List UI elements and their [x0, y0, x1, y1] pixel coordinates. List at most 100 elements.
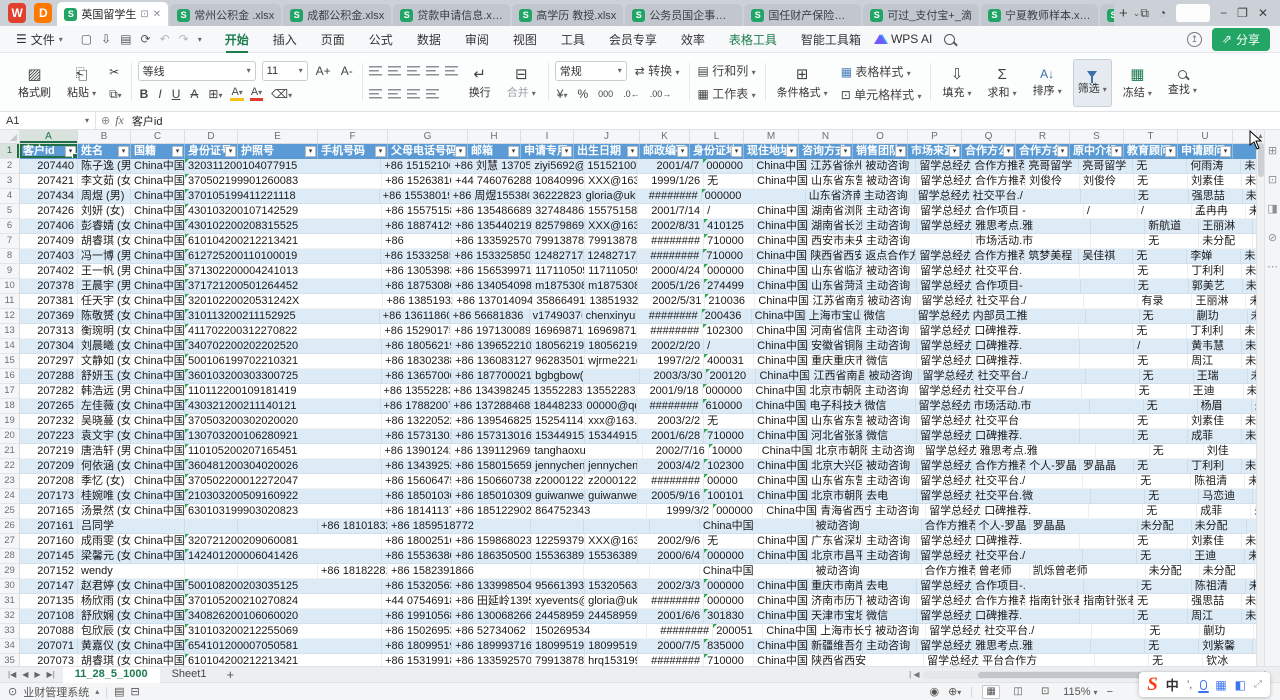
- outline-icon[interactable]: ⊟: [131, 685, 140, 698]
- cell-T7[interactable]: 未分配: [1199, 234, 1253, 249]
- cell-P2[interactable]: 合作方推荐: [971, 159, 1025, 174]
- cell-F23[interactable]: +86 15606475: [382, 474, 452, 489]
- cell-N30[interactable]: 去电: [863, 579, 917, 594]
- cell-A23[interactable]: 207208: [20, 474, 78, 489]
- cell-U10[interactable]: 未分配: [1243, 279, 1256, 294]
- cell-O23[interactable]: 留学总经办: [917, 474, 972, 489]
- cell-K28[interactable]: 000000: [704, 549, 754, 564]
- cell-U4[interactable]: 未分配: [1243, 189, 1256, 204]
- cell-D12[interactable]: 310113200211152925: [185, 309, 300, 324]
- cell-E17[interactable]: [301, 384, 381, 399]
- cell-U3[interactable]: 未分配: [1242, 174, 1256, 189]
- format-painter-button[interactable]: ▨ 格式刷: [13, 59, 56, 107]
- cell-T11[interactable]: 王丽淋: [1192, 294, 1246, 309]
- cell-B11[interactable]: 任天宇 (女: [78, 294, 131, 309]
- cell-Q35[interactable]: [1041, 654, 1095, 666]
- cell-B21[interactable]: 唐浩轩 (男: [78, 444, 131, 459]
- cell-H34[interactable]: 180995191: [532, 639, 585, 654]
- cell-M9[interactable]: 山东省临沂: [808, 264, 863, 279]
- cell-O19[interactable]: 留学总经办: [917, 414, 972, 429]
- cell-G15[interactable]: +86 1360831276: [452, 354, 532, 369]
- convert-button[interactable]: ⇄ 转换 ▾: [633, 62, 682, 79]
- cell-M12[interactable]: 上海市宝山: [806, 309, 861, 324]
- cell-Q19[interactable]: [1026, 414, 1080, 429]
- cell-O2[interactable]: 留学总经办: [916, 159, 971, 174]
- cell-A1[interactable]: 客户id▾: [20, 144, 78, 159]
- cell-C3[interactable]: China中国: [131, 174, 185, 189]
- print-icon[interactable]: ▤: [120, 32, 131, 46]
- cell-T34[interactable]: 刘紫馨: [1199, 639, 1253, 654]
- cell-L32[interactable]: China中国: [754, 609, 808, 624]
- cell-J21[interactable]: 2002/7/16: [643, 444, 709, 459]
- cell-D28[interactable]: 142401200006041426: [185, 549, 302, 564]
- cell-F35[interactable]: +86 15319918: [382, 654, 452, 666]
- cell-N29[interactable]: 被动咨询: [813, 564, 867, 579]
- cell-I17[interactable]: 135522836: [584, 384, 637, 399]
- cell-P19[interactable]: 社交平台: [972, 414, 1026, 429]
- row-number[interactable]: 1: [0, 144, 20, 159]
- cell-B15[interactable]: 文静如 (女: [78, 354, 131, 369]
- cell-U11[interactable]: 未分配: [1246, 294, 1256, 309]
- cell-P3[interactable]: 合作方推荐: [972, 174, 1026, 189]
- cell-B18[interactable]: 左佳薇 (女: [78, 399, 131, 414]
- cell-Q25[interactable]: [1035, 504, 1089, 519]
- fill-button[interactable]: ⇩ 填充 ▾: [937, 59, 976, 107]
- filter-dropdown-icon[interactable]: ▾: [225, 146, 236, 157]
- cell-C22[interactable]: China中国: [131, 459, 185, 474]
- sum-button[interactable]: Σ 求和 ▾: [983, 59, 1022, 107]
- row-number[interactable]: 23: [0, 474, 20, 489]
- row-number[interactable]: 13: [0, 324, 20, 339]
- cell-L25[interactable]: China中国: [763, 504, 817, 519]
- cell-A15[interactable]: 207297: [20, 354, 78, 369]
- cell-T19[interactable]: 刘素佳: [1188, 414, 1242, 429]
- cell-U9[interactable]: 未分配: [1242, 264, 1256, 279]
- row-number[interactable]: 17: [0, 384, 20, 399]
- cell-C4[interactable]: China中国: [131, 189, 185, 204]
- cell-R29[interactable]: 凯烁曾老师: [1030, 564, 1092, 579]
- cell-M34[interactable]: 新疆维吾尔: [808, 639, 863, 654]
- cell-T15[interactable]: 周江: [1188, 354, 1242, 369]
- cell-T18[interactable]: 杨眉: [1198, 399, 1252, 414]
- cell-G29[interactable]: +86 1582391866: [388, 564, 478, 579]
- cell-B6[interactable]: 彭睿婧 (女: [78, 219, 131, 234]
- cell-D30[interactable]: 500108200203035125: [185, 579, 302, 594]
- select-all-corner[interactable]: [0, 130, 20, 143]
- conditional-format-button[interactable]: ⊞ 条件格式 ▾: [772, 59, 833, 107]
- cell-L1[interactable]: 身份证地▾: [690, 144, 744, 159]
- cell-S27[interactable]: 无: [1134, 534, 1188, 549]
- cell-A6[interactable]: 207406: [20, 219, 78, 234]
- column-header-G[interactable]: G: [388, 130, 468, 143]
- align-middle-button[interactable]: [388, 66, 401, 76]
- filter-dropdown-icon[interactable]: ▾: [786, 146, 797, 157]
- cell-D9[interactable]: 371302200004241013: [185, 264, 302, 279]
- ime-expand-icon[interactable]: ⤢: [1254, 679, 1262, 690]
- cell-C31[interactable]: China中国: [131, 594, 185, 609]
- cell-F15[interactable]: +86 18302388: [382, 354, 452, 369]
- cell-U24[interactable]: 未分配: [1253, 489, 1256, 504]
- cell-M27[interactable]: 广东省深圳: [808, 534, 863, 549]
- strikethrough-button[interactable]: A: [188, 87, 200, 101]
- cell-I18[interactable]: 00000@qq: [584, 399, 637, 414]
- cell-I25[interactable]: [594, 504, 647, 519]
- cell-H9[interactable]: 117110505: [532, 264, 585, 279]
- column-header-M[interactable]: M: [744, 130, 799, 143]
- filter-dropdown-icon[interactable]: ▾: [1220, 146, 1231, 157]
- cell-T5[interactable]: 孟冉冉: [1192, 204, 1246, 219]
- cell-Q24[interactable]: [1037, 489, 1091, 504]
- cell-G13[interactable]: +86 1971300890: [451, 324, 531, 339]
- vertical-scrollbar[interactable]: ▲: [1256, 130, 1264, 666]
- cell-I23[interactable]: z20001227: [585, 474, 638, 489]
- cell-F13[interactable]: +86 15290175: [381, 324, 451, 339]
- cell-S25[interactable]: 无: [1143, 504, 1197, 519]
- column-header-R[interactable]: R: [1016, 130, 1070, 143]
- worksheet-button[interactable]: ▦ 工作表 ▾: [696, 85, 758, 102]
- cell-D24[interactable]: 210303200509160922: [185, 489, 302, 504]
- cell-P15[interactable]: 口碑推荐.: [972, 354, 1026, 369]
- microphone-icon[interactable]: [1200, 680, 1207, 690]
- filter-dropdown-icon[interactable]: ▾: [455, 146, 466, 157]
- filter-dropdown-icon[interactable]: ▾: [65, 146, 76, 157]
- cell-A8[interactable]: 207403: [20, 249, 78, 264]
- cell-D14[interactable]: 340702200202202520: [185, 339, 302, 354]
- cell-H31[interactable]: xyevents@: [532, 594, 585, 609]
- cell-F20[interactable]: +86 15731301: [382, 429, 452, 444]
